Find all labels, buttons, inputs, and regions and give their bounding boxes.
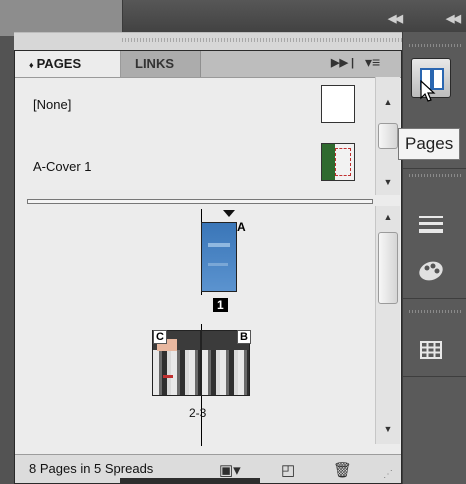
swatches-icon <box>419 261 443 281</box>
grip-icon[interactable] <box>122 38 402 42</box>
swatches-dock-button[interactable] <box>411 250 451 290</box>
page-thumb-1[interactable] <box>201 222 237 292</box>
dock-separator <box>403 298 466 299</box>
master-label: [None] <box>33 97 72 112</box>
dock-separator <box>403 168 466 169</box>
top-title-bar: ◀◀ ◀◀ <box>0 0 466 36</box>
tab-toggle-icon: ♦ <box>29 60 34 70</box>
master-label: A-Cover 1 <box>33 159 92 174</box>
scroll-up-icon[interactable]: ▲ <box>376 212 400 222</box>
new-page-icon[interactable]: ◰ <box>281 461 295 479</box>
mouse-cursor-icon <box>420 79 436 109</box>
delete-page-icon[interactable]: 🗑 <box>333 461 352 479</box>
panel-drag-strip[interactable] <box>14 32 406 51</box>
page-thumbnails-area: A 1 C B 2-3 <box>15 206 375 446</box>
section-divider[interactable] <box>27 199 373 204</box>
page-art <box>208 243 230 247</box>
masters-scrollbar[interactable]: ▲ ▼ <box>375 77 400 195</box>
dock-title-strip <box>122 0 466 32</box>
panel-tab-bar: ♦ PAGES LINKS ▶▶ | ▾≡ <box>15 51 401 78</box>
tab-links-label: LINKS <box>135 56 174 71</box>
workspace-left-block <box>0 0 123 36</box>
panel-menu-icon[interactable]: ▾≡ <box>365 54 380 71</box>
scroll-down-icon[interactable]: ▼ <box>376 424 400 434</box>
page-master-letter: B <box>237 330 251 344</box>
pages-scroll-thumb[interactable] <box>378 232 398 304</box>
page-count-status: 8 Pages in 5 Spreads <box>29 461 154 476</box>
page-master-letter: C <box>153 330 167 344</box>
pages-tooltip: Pages <box>398 128 461 160</box>
scroll-down-icon[interactable]: ▼ <box>376 177 400 187</box>
stroke-icon <box>419 216 443 233</box>
tab-links[interactable]: LINKS <box>121 51 201 77</box>
master-item-none[interactable]: [None] <box>15 85 375 125</box>
page-master-letter: A <box>237 220 246 234</box>
table-dock-button[interactable] <box>411 330 451 370</box>
underlying-document-edge <box>120 478 260 484</box>
master-thumb-cover[interactable] <box>321 143 355 181</box>
masters-scroll-thumb[interactable] <box>378 123 398 149</box>
master-thumb-none[interactable] <box>321 85 355 123</box>
tab-pages[interactable]: ♦ PAGES <box>15 51 121 77</box>
grip-icon[interactable] <box>409 44 461 47</box>
collapse-panel-icon[interactable]: ◀◀ <box>388 12 403 25</box>
grip-icon[interactable] <box>409 310 461 313</box>
pages-panel: ♦ PAGES LINKS ▶▶ | ▾≡ [None] A-Cover 1 ▲ … <box>14 50 402 484</box>
tab-pages-label: PAGES <box>36 56 82 71</box>
edit-page-size-icon[interactable]: ▣▾ <box>219 461 241 479</box>
table-icon <box>420 341 442 359</box>
resize-grip-icon[interactable]: ⋰ <box>383 469 393 480</box>
collapse-dock-icon[interactable]: ◀◀ <box>446 12 461 25</box>
forward-arrows-icon[interactable]: ▶▶ | <box>331 56 354 69</box>
scroll-up-icon[interactable]: ▲ <box>376 97 400 107</box>
stroke-dock-button[interactable] <box>411 204 451 244</box>
dock-separator <box>403 376 466 377</box>
pages-scrollbar[interactable]: ▲ ▼ <box>375 206 400 444</box>
spread-label[interactable]: 2-3 <box>189 406 206 420</box>
grip-icon[interactable] <box>409 174 461 177</box>
page-number-1[interactable]: 1 <box>213 298 228 312</box>
current-page-marker-icon <box>223 210 235 217</box>
master-item-a-cover[interactable]: A-Cover 1 <box>15 143 375 187</box>
page-art <box>208 263 228 266</box>
page-art <box>163 375 173 378</box>
